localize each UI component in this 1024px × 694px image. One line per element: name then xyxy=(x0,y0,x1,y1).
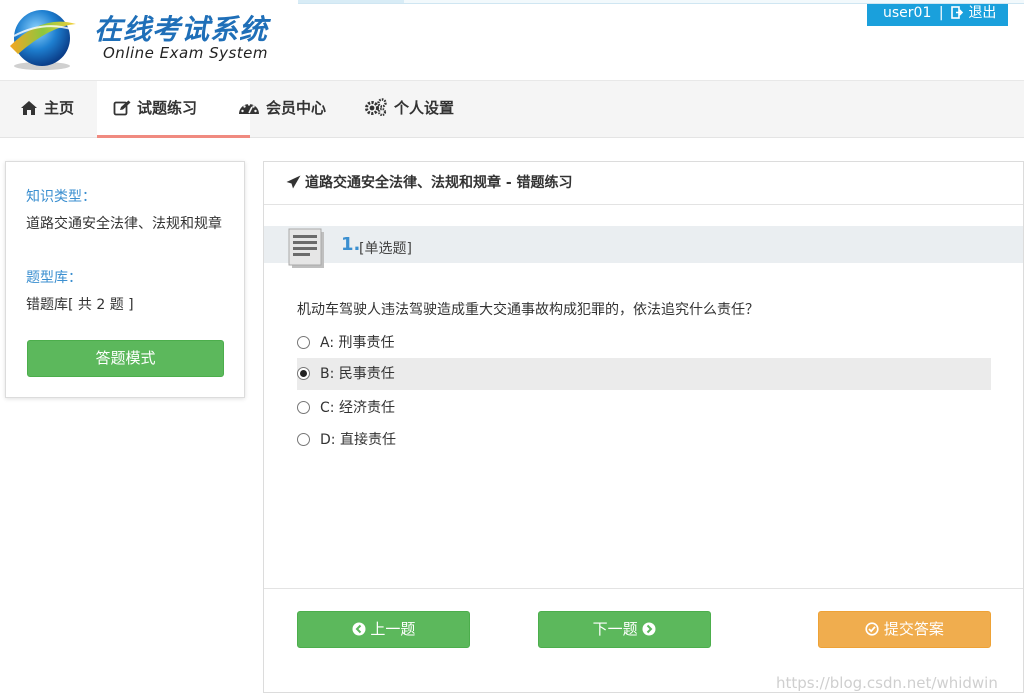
edit-icon xyxy=(113,100,131,116)
nav-item-practice[interactable]: 试题练习 xyxy=(97,81,250,138)
knowledge-sidebar: 知识类型： 道路交通安全法律、法规和规章 题型库： 错题库[ 共 2 题 ] 答… xyxy=(5,161,245,398)
question-bank-value: 错题库[ 共 2 题 ] xyxy=(26,297,134,313)
username-link[interactable]: user01 xyxy=(883,5,931,21)
home-icon xyxy=(21,101,37,115)
option-radio[interactable] xyxy=(297,336,310,349)
user-bar-separator: | xyxy=(938,5,944,21)
next-question-button[interactable]: 下一题 xyxy=(538,611,711,648)
nav-item-label: 会员中心 xyxy=(266,99,327,117)
option-radio[interactable] xyxy=(297,401,310,414)
question-bank-label: 题型库： xyxy=(26,270,82,286)
nav-item-settings[interactable]: 个人设置 xyxy=(364,81,454,138)
gears-icon xyxy=(365,98,387,117)
option-c[interactable]: C: 经济责任 xyxy=(297,392,991,424)
globe-logo-icon xyxy=(10,10,76,70)
logout-label: 退出 xyxy=(968,5,997,21)
answer-mode-button[interactable]: 答题模式 xyxy=(27,340,224,377)
nav-item-home[interactable]: 主页 xyxy=(20,81,74,138)
submit-answer-label: 提交答案 xyxy=(883,620,944,638)
question-text: 机动车驾驶人违法驾驶造成重大交通事故构成犯罪的，依法追究什么责任？ xyxy=(297,302,759,318)
brand-title-en: Online Exam System xyxy=(103,44,269,62)
prev-question-button[interactable]: 上一题 xyxy=(297,611,470,648)
watermark-text: https://blog.csdn.net/whidwin xyxy=(776,674,998,692)
knowledge-type-label: 知识类型： xyxy=(26,189,96,205)
user-bar: user01 | 退出 xyxy=(867,4,1008,26)
question-panel: 道路交通安全法律、法规和规章 - 错题练习 1. [单选题] 机动车驾驶人违法驾… xyxy=(263,161,1024,693)
option-a[interactable]: A: 刑事责任 xyxy=(297,327,991,359)
option-label: C: 经济责任 xyxy=(320,400,395,416)
paper-plane-icon xyxy=(286,175,301,189)
nav-item-label: 主页 xyxy=(44,99,75,117)
next-question-label: 下一题 xyxy=(592,620,638,638)
question-type: [单选题] xyxy=(359,241,412,257)
logout-link[interactable]: 退出 xyxy=(951,5,996,21)
option-label: D: 直接责任 xyxy=(320,432,396,448)
knowledge-type-value: 道路交通安全法律、法规和规章 xyxy=(26,216,222,232)
document-icon xyxy=(288,228,324,268)
submit-answer-button[interactable]: 提交答案 xyxy=(818,611,991,648)
check-circle-icon xyxy=(865,622,879,636)
chevron-left-circle-icon xyxy=(352,622,366,636)
sign-out-icon xyxy=(951,6,964,19)
nav-item-member[interactable]: 会员中心 xyxy=(238,81,326,138)
brand-title-cn: 在线考试系统 xyxy=(94,13,269,46)
main-nav: 主页 试题练习 会员中心 个人设置 xyxy=(0,80,1024,138)
option-radio[interactable] xyxy=(297,433,310,446)
prev-question-label: 上一题 xyxy=(370,620,416,638)
chevron-right-circle-icon xyxy=(642,622,656,636)
panel-header-title: 道路交通安全法律、法规和规章 - 错题练习 xyxy=(305,175,573,191)
panel-header: 道路交通安全法律、法规和规章 - 错题练习 xyxy=(264,162,1023,205)
app-header: 在线考试系统 Online Exam System user01 | 退出 xyxy=(0,0,1024,80)
nav-item-label: 试题练习 xyxy=(137,99,198,117)
option-label: B: 民事责任 xyxy=(320,366,395,382)
dashboard-icon xyxy=(239,103,259,114)
option-label: A: 刑事责任 xyxy=(320,335,395,351)
option-b[interactable]: B: 民事责任 xyxy=(297,358,991,390)
nav-item-label: 个人设置 xyxy=(394,99,455,117)
question-number: 1. xyxy=(341,234,361,255)
option-radio[interactable] xyxy=(297,367,310,380)
option-d[interactable]: D: 直接责任 xyxy=(297,424,991,456)
